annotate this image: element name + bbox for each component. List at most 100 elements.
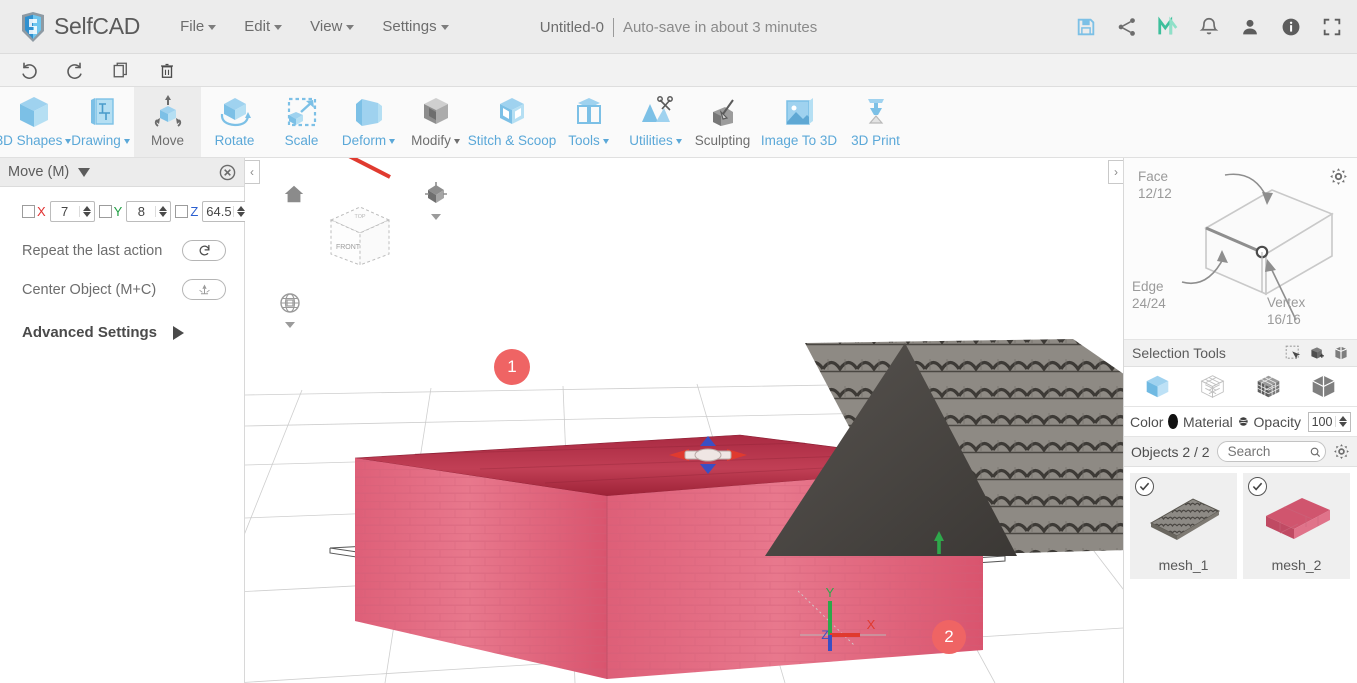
axis-y-stepper[interactable] xyxy=(126,201,171,222)
move-gizmo[interactable] xyxy=(663,430,753,480)
axis-gizmo-toggle[interactable] xyxy=(423,181,449,220)
object-card-mesh-2[interactable]: mesh_2 xyxy=(1243,473,1350,579)
selection-tools-header: Selection Tools xyxy=(1124,340,1357,367)
axis-z-checkbox[interactable] xyxy=(175,205,188,218)
tool-3d-shapes[interactable]: 3D Shapes xyxy=(0,87,67,157)
axis-label-y: Y xyxy=(826,585,835,600)
menu-settings[interactable]: Settings xyxy=(368,12,462,41)
face-select-mode-button[interactable] xyxy=(1251,373,1285,400)
objects-search-input[interactable] xyxy=(1228,444,1309,459)
collapse-left-panel-button[interactable]: ‹ xyxy=(245,160,260,184)
material-sphere-icon[interactable] xyxy=(1238,413,1249,430)
axis-y-checkbox[interactable] xyxy=(99,205,112,218)
tool-label: 3D Shapes xyxy=(0,133,71,148)
object-visibility-checkbox[interactable] xyxy=(1135,477,1154,496)
tool-move[interactable]: Move xyxy=(134,87,201,157)
rectangle-select-icon[interactable] xyxy=(1285,345,1301,361)
gear-icon[interactable] xyxy=(1329,167,1348,186)
tool-rotate[interactable]: Rotate xyxy=(201,87,268,157)
svg-text:TOP: TOP xyxy=(355,214,366,220)
axis-x-spinner-arrows[interactable] xyxy=(79,206,94,217)
arrow-down-icon[interactable] xyxy=(159,212,167,217)
collapse-right-panel-button[interactable]: › xyxy=(1108,160,1123,184)
opacity-input[interactable] xyxy=(1309,415,1335,429)
axis-y-input[interactable] xyxy=(127,204,155,219)
object-card-mesh-1[interactable]: mesh_1 xyxy=(1130,473,1237,579)
axis-z-label: Z xyxy=(190,204,198,219)
vertex-count: 16/16 xyxy=(1267,311,1305,328)
user-account-icon[interactable] xyxy=(1239,16,1261,38)
tool-deform[interactable]: Deform xyxy=(335,87,402,157)
object-visibility-checkbox[interactable] xyxy=(1248,477,1267,496)
save-icon[interactable] xyxy=(1075,16,1097,38)
repeat-last-action-row: Repeat the last action xyxy=(0,240,244,261)
close-icon[interactable] xyxy=(219,164,236,181)
polygon-select-mode-button[interactable] xyxy=(1306,373,1340,400)
delete-button[interactable] xyxy=(150,56,184,84)
tool-3d-print[interactable]: 3D Print xyxy=(842,87,909,157)
notifications-bell-icon[interactable] xyxy=(1198,16,1220,38)
arrow-up-icon[interactable] xyxy=(1339,416,1347,421)
color-swatch[interactable] xyxy=(1168,414,1178,429)
opacity-stepper[interactable] xyxy=(1308,412,1351,432)
arrow-up-icon[interactable] xyxy=(83,206,91,211)
undo-button[interactable] xyxy=(12,56,46,84)
vertex-count-block: Vertex 16/16 xyxy=(1267,294,1305,328)
view-cube[interactable]: TOP FRONT xyxy=(328,202,392,270)
fullscreen-icon[interactable] xyxy=(1321,16,1343,38)
object-select-mode-button[interactable] xyxy=(1141,373,1175,400)
tool-scale[interactable]: Scale xyxy=(268,87,335,157)
deform-icon xyxy=(349,92,389,132)
chevron-down-icon xyxy=(603,139,609,144)
tool-drawing[interactable]: Drawing xyxy=(67,87,134,157)
menu-file[interactable]: File xyxy=(166,12,230,41)
axis-x-input[interactable] xyxy=(51,204,79,219)
selfcad-application: SelfCAD File Edit View Settings Untitled… xyxy=(0,0,1357,683)
vertex-select-mode-button[interactable] xyxy=(1196,373,1230,400)
home-view-icon[interactable] xyxy=(283,183,305,210)
document-title[interactable]: Untitled-0 xyxy=(540,19,604,36)
3d-viewport[interactable]: TOP FRONT FRONT TOP ‹ › xyxy=(245,158,1123,683)
tool-sculpting[interactable]: Sculpting xyxy=(689,87,756,157)
advanced-settings-toggle[interactable]: Advanced Settings xyxy=(0,324,244,341)
tool-modify[interactable]: Modify xyxy=(402,87,469,157)
axis-z-input[interactable] xyxy=(203,204,233,219)
tool-utilities[interactable]: Utilities xyxy=(622,87,689,157)
search-icon[interactable] xyxy=(1309,445,1321,459)
chevron-down-icon[interactable] xyxy=(431,214,441,220)
menu-edit[interactable]: Edit xyxy=(230,12,296,41)
axis-z-stepper[interactable] xyxy=(202,201,249,222)
tools-icon xyxy=(569,92,609,132)
tool-stitch-and-scoop[interactable]: Stitch & Scoop xyxy=(469,87,555,157)
info-icon[interactable] xyxy=(1280,16,1302,38)
redo-button[interactable] xyxy=(58,56,92,84)
app-logo[interactable]: SelfCAD xyxy=(18,11,140,43)
share-icon[interactable] xyxy=(1116,16,1138,38)
panel-collapse-caret-icon[interactable] xyxy=(78,168,90,177)
chevron-down-icon[interactable] xyxy=(285,322,295,328)
invert-selection-icon[interactable] xyxy=(1333,345,1349,361)
arrow-down-icon[interactable] xyxy=(83,212,91,217)
center-object-button[interactable] xyxy=(182,279,226,300)
view-orientation-toggle[interactable] xyxy=(278,291,302,328)
tool-image-to-3d[interactable]: Image To 3D xyxy=(756,87,842,157)
axis-y-spinner-arrows[interactable] xyxy=(155,206,170,217)
arrow-down-icon[interactable] xyxy=(1339,422,1347,427)
arrow-up-icon[interactable] xyxy=(159,206,167,211)
top-menu-bar: SelfCAD File Edit View Settings Untitled… xyxy=(0,0,1357,54)
axis-group-y: Y xyxy=(99,201,172,222)
opacity-spinner-arrows[interactable] xyxy=(1335,416,1350,427)
tool-tools[interactable]: Tools xyxy=(555,87,622,157)
axis-x-checkbox[interactable] xyxy=(22,205,35,218)
chevron-down-icon xyxy=(274,25,282,30)
myminifactory-m-icon[interactable] xyxy=(1157,16,1179,38)
objects-search[interactable] xyxy=(1217,441,1326,462)
repeat-last-action-button[interactable] xyxy=(182,240,226,261)
object-name: mesh_2 xyxy=(1272,557,1322,579)
axis-x-stepper[interactable] xyxy=(50,201,95,222)
tool-label: Modify xyxy=(411,133,460,148)
add-selection-icon[interactable] xyxy=(1309,345,1325,361)
gear-icon[interactable] xyxy=(1333,443,1350,460)
menu-view[interactable]: View xyxy=(296,12,368,41)
copy-button[interactable] xyxy=(104,56,138,84)
